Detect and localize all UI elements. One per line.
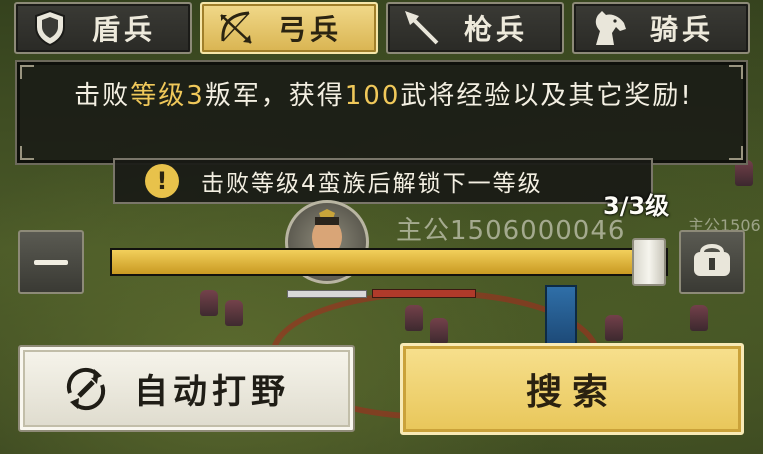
experience-amount-highlight: 100 <box>344 81 401 111</box>
warning-icon: ! <box>145 164 179 198</box>
tab-shield-troops[interactable]: 盾兵 <box>14 2 192 54</box>
troop-type-tabs: 盾兵 弓兵 枪兵 骑兵 <box>14 2 754 54</box>
reward-description: 击败等级3叛军，获得100武将经验以及其它奖励! <box>37 78 730 114</box>
lock-level-button[interactable] <box>679 230 745 294</box>
tab-archer-troops[interactable]: 弓兵 <box>200 2 378 54</box>
reward-text: 击败 <box>74 81 131 111</box>
enemy-unit <box>430 318 448 344</box>
panel-corner-ornament <box>729 65 743 79</box>
auto-hunt-button[interactable]: 自动打野 <box>18 345 355 432</box>
tab-label: 骑兵 <box>649 13 714 46</box>
lord-troop-bar <box>372 289 476 298</box>
level-slider-thumb[interactable] <box>632 238 666 286</box>
auto-cycle-icon <box>58 361 114 417</box>
tab-label: 弓兵 <box>277 13 342 46</box>
reward-text: 叛军，获得 <box>204 81 345 111</box>
lock-icon <box>690 242 734 282</box>
enemy-unit <box>405 305 423 331</box>
lord-name: 主公1506000046 <box>396 216 626 246</box>
army-banner <box>545 285 577 345</box>
rebel-level-highlight: 等级3 <box>130 81 205 111</box>
tab-label: 枪兵 <box>463 13 528 46</box>
minus-icon <box>34 259 68 265</box>
tab-label: 盾兵 <box>91 13 156 46</box>
tab-cavalry-troops[interactable]: 骑兵 <box>572 2 750 54</box>
unlock-hint-banner: ! 击败等级4蛮族后解锁下一等级 <box>113 158 653 204</box>
lord-health-bar <box>287 290 367 298</box>
panel-corner-ornament <box>729 146 743 160</box>
shield-icon <box>30 8 70 48</box>
search-button[interactable]: 搜索 <box>400 343 744 435</box>
enemy-unit <box>690 305 708 331</box>
reward-text: 武将经验以及其它奖励! <box>400 81 693 111</box>
enemy-unit <box>200 290 218 316</box>
reward-info-panel: 击败等级3叛军，获得100武将经验以及其它奖励! <box>15 60 748 165</box>
panel-corner-ornament <box>20 65 34 79</box>
horse-icon <box>588 8 628 48</box>
search-label: 搜索 <box>525 372 618 413</box>
enemy-unit <box>225 300 243 326</box>
tab-spear-troops[interactable]: 枪兵 <box>386 2 564 54</box>
level-slider[interactable] <box>110 238 668 286</box>
level-slider-fill <box>112 250 649 274</box>
unlock-hint-text: 击败等级4蛮族后解锁下一等级 <box>201 171 543 197</box>
decrease-level-button[interactable] <box>18 230 84 294</box>
auto-hunt-label: 自动打野 <box>134 372 290 412</box>
spear-icon <box>402 8 442 48</box>
enemy-unit <box>605 315 623 341</box>
panel-corner-ornament <box>20 146 34 160</box>
bow-arrow-icon <box>216 8 256 48</box>
level-readout: 3/3级 <box>603 192 670 220</box>
